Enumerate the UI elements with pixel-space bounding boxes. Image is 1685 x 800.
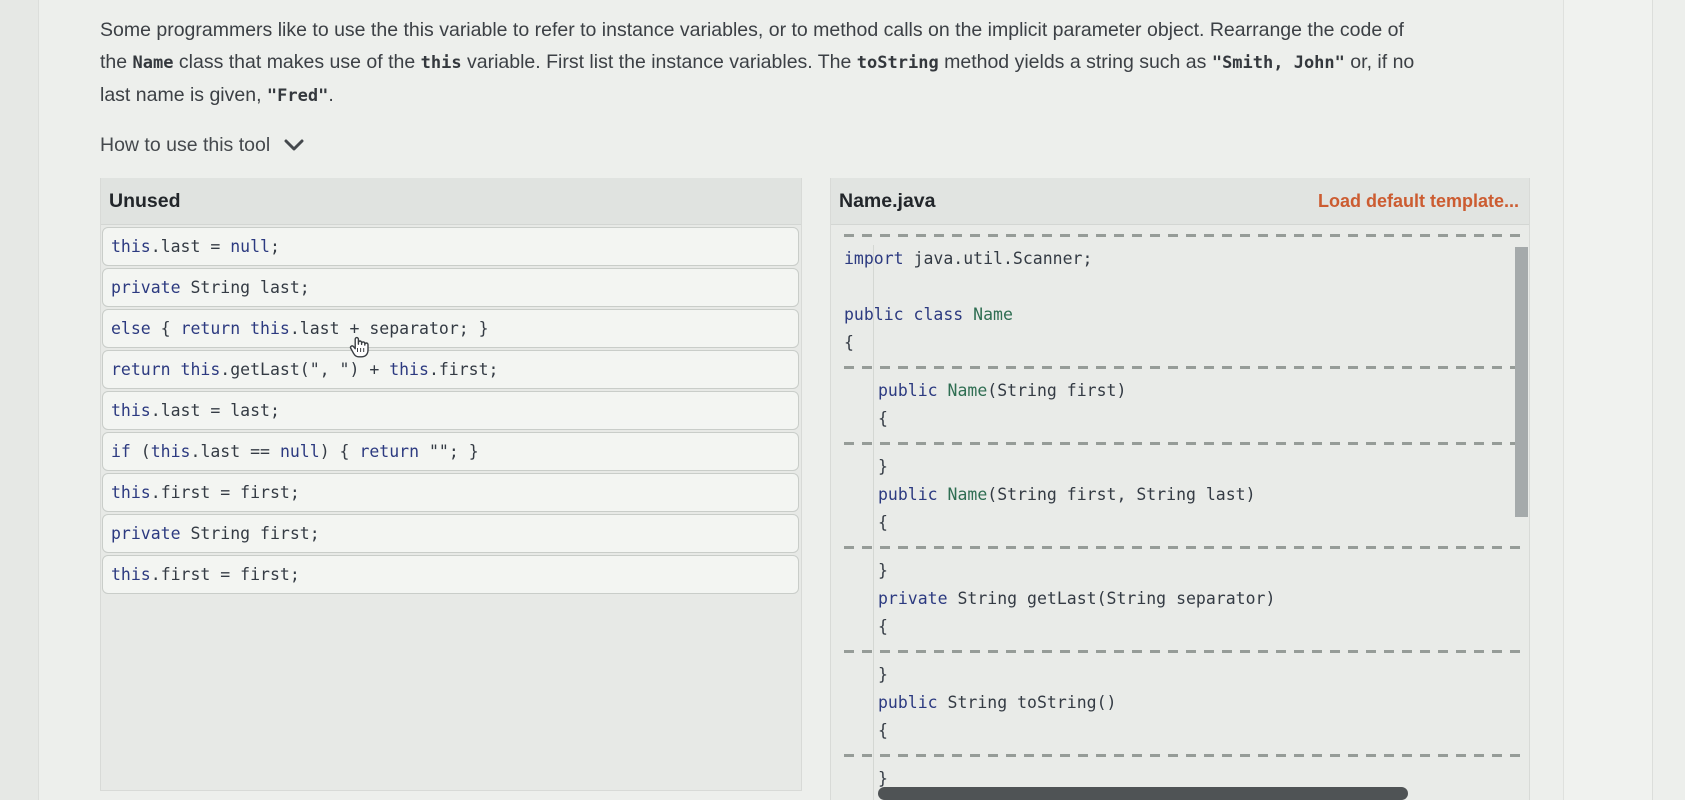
code-line-text: if (this.last == null) { return ""; } [111,442,479,461]
code-line-text: import java.util.Scanner; [844,249,1093,268]
page-divider [1563,0,1564,800]
drop-zone[interactable] [844,357,1529,377]
code-line-text: } [878,665,888,684]
code-line-text: { [844,333,854,352]
statement-text: class that makes use of the [173,51,421,73]
drop-zone-dashed-line [844,546,1521,549]
code-line-text: } [878,561,888,580]
page-divider [1652,0,1653,800]
template-code-line: public String toString() [844,689,1529,717]
drop-zone-dashed-line [844,234,1521,237]
code-line-text: private String first; [111,524,320,543]
code-line-text: { [878,617,888,636]
unused-lines: this.last = null; private String last; e… [101,225,801,594]
code-line-text: public Name(String first, String last) [878,485,1256,504]
template-code-line: } [844,453,1529,481]
statement-text: . [328,84,334,106]
code-line-text: else { return this.last + separator; } [111,319,489,338]
unused-panel-header: Unused [101,178,801,225]
code-line-text: public String toString() [878,693,1117,712]
template-code-line: { [844,509,1529,537]
draggable-code-line[interactable]: private String first; [102,514,799,553]
draggable-code-line[interactable]: this.first = first; [102,555,799,594]
statement-code: this [420,53,462,73]
indent-guide-line [873,245,874,800]
page-left-margin [0,0,39,800]
code-line-text: this.first = first; [111,565,300,584]
draggable-code-line[interactable]: if (this.last == null) { return ""; } [102,432,799,471]
load-default-template-link[interactable]: Load default template... [1318,191,1519,212]
statement-code: "Fred" [266,86,329,106]
code-line-text: } [878,769,888,788]
draggable-code-line[interactable]: this.first = first; [102,473,799,512]
drop-zone[interactable] [844,433,1529,453]
code-line-text: { [878,721,888,740]
statement-text: variable. First list the instance variab… [461,51,857,73]
drop-zone-dashed-line [844,366,1521,369]
template-code-line: { [844,717,1529,745]
unused-panel: Unused this.last = null; private String … [100,178,802,791]
how-to-use-label: How to use this tool [100,134,271,156]
statement-text: method yields a string such as [938,51,1212,73]
template-code-line: public class Name [844,301,1529,329]
code-line-text: { [878,409,888,428]
draggable-code-line[interactable]: return this.getLast(", ") + this.first; [102,350,799,389]
template-code-line: { [844,329,1529,357]
code-line-text: this.last = null; [111,237,280,256]
template-code-line: private String getLast(String separator) [844,585,1529,613]
template-panel-header: Name.java Load default template... [831,178,1529,225]
draggable-code-line[interactable]: this.last = last; [102,391,799,430]
code-line-text: private String last; [111,278,310,297]
code-line-text: public class Name [844,305,1013,324]
vertical-scrollbar-thumb[interactable] [1515,247,1528,517]
code-line-text: } [878,457,888,476]
draggable-code-line[interactable]: else { return this.last + separator; } [102,309,799,348]
chevron-down-icon [284,134,304,157]
template-code-line: public Name(String first, String last) [844,481,1529,509]
template-code-line: { [844,405,1529,433]
blank-code-line [844,273,1529,301]
template-panel: Name.java Load default template... impor… [830,178,1530,800]
template-code-line: } [844,557,1529,585]
statement-code: Name [132,53,174,73]
code-line-text: public Name(String first) [878,381,1127,400]
drop-zone[interactable] [844,225,1529,245]
problem-statement: Some programmers like to use the this va… [100,14,1430,112]
template-code-line: { [844,613,1529,641]
code-line-text: this.first = first; [111,483,300,502]
code-line-text: private String getLast(String separator) [878,589,1276,608]
draggable-code-line[interactable]: this.last = null; [102,227,799,266]
template-code-line: } [844,661,1529,689]
template-code-area: import java.util.Scanner; public class Na… [831,225,1529,800]
code-rearrange-tool: Some programmers like to use the this va… [0,0,1685,800]
drop-zone[interactable] [844,745,1529,765]
code-line-text: { [878,513,888,532]
horizontal-scrollbar-thumb[interactable] [878,787,1408,800]
template-panel-title: Name.java [839,189,936,212]
drop-zone[interactable] [844,641,1529,661]
statement-code: toString [856,53,939,73]
unused-panel-title: Unused [109,189,181,212]
drop-zone-dashed-line [844,650,1521,653]
how-to-use-toggle[interactable]: How to use this tool [100,134,304,157]
code-line-text: return this.getLast(", ") + this.first; [111,360,499,379]
drop-zone-dashed-line [844,754,1521,757]
drop-zone-dashed-line [844,442,1521,445]
drop-zone[interactable] [844,537,1529,557]
template-code-line: public Name(String first) [844,377,1529,405]
statement-code: "Smith, John" [1211,53,1345,73]
code-line-text: this.last = last; [111,401,280,420]
page-right-margin [1564,0,1652,800]
template-code-line: import java.util.Scanner; [844,245,1529,273]
draggable-code-line[interactable]: private String last; [102,268,799,307]
